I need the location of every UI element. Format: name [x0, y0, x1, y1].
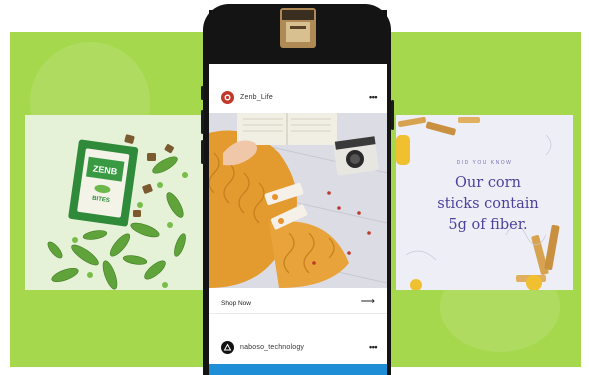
- triangle-logo-icon: [223, 342, 232, 350]
- next-post-image[interactable]: [209, 364, 387, 375]
- shop-now-link[interactable]: Shop Now: [221, 300, 251, 307]
- phone-volume-up-button: [201, 110, 204, 134]
- more-options-icon[interactable]: •••: [369, 342, 377, 352]
- post-image[interactable]: [209, 113, 387, 288]
- edamame-product-image: ZENB BITES: [47, 134, 188, 290]
- phone-volume-down-button: [201, 140, 204, 164]
- arrow-right-icon[interactable]: ⟶: [361, 296, 375, 307]
- avatar[interactable]: [221, 90, 234, 104]
- did-you-know-eyebrow: DID YOU KNOW: [456, 160, 513, 166]
- fiber-headline: Our corn sticks contain 5g of fiber.: [408, 173, 568, 236]
- post-header: naboso_technology •••: [209, 336, 387, 358]
- post-username[interactable]: naboso_technology: [240, 344, 304, 351]
- product-jar-image: [280, 8, 316, 48]
- phone-side-button: [201, 86, 204, 100]
- headline-line-2: sticks contain: [437, 196, 539, 212]
- headline-line-3: 5g of fiber.: [448, 217, 528, 233]
- phone-power-button: [391, 100, 394, 130]
- post-header: Zenb_Life •••: [209, 86, 387, 108]
- avatar[interactable]: [221, 340, 234, 354]
- product-ad-card: ZENB BITES: [25, 115, 205, 290]
- more-options-icon[interactable]: •••: [369, 92, 377, 102]
- phone-screen: Zenb_Life ••• Shop Now ⟶ naboso_technolo…: [209, 64, 387, 375]
- headline-line-1: Our corn: [455, 175, 521, 191]
- post-username[interactable]: Zenb_Life: [240, 94, 273, 101]
- fiber-ad-card: DID YOU KNOW Our corn sticks contain 5g …: [396, 115, 573, 290]
- shop-now-row[interactable]: Shop Now ⟶: [209, 293, 387, 314]
- zenb-logo-icon: [224, 94, 231, 100]
- knit-sweater-flatlay-image: [209, 113, 387, 288]
